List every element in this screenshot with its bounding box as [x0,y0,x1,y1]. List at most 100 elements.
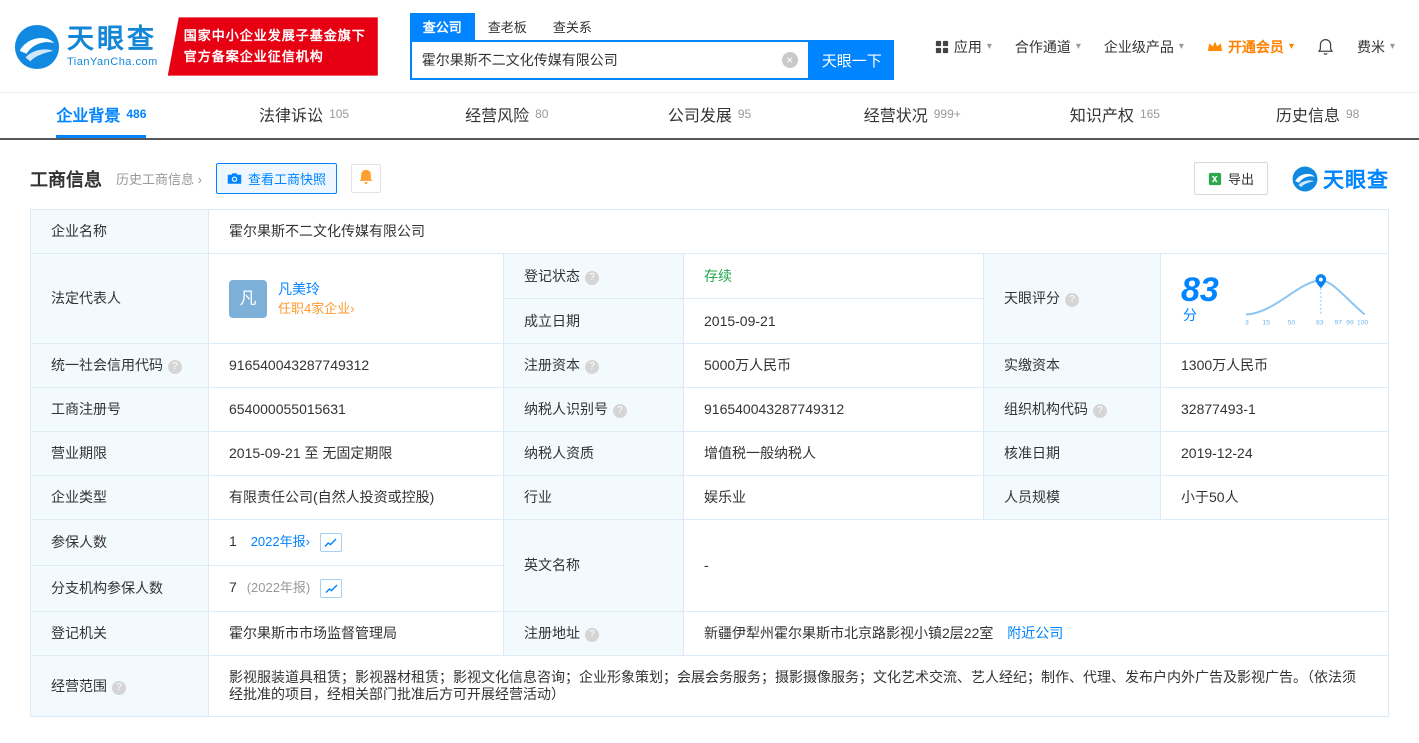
notification-bell[interactable] [1317,38,1334,56]
help-icon[interactable]: ? [585,628,599,642]
value-company-name: 霍尔果斯不二文化传媒有限公司 [208,209,1389,254]
value-org-code: 32877493-1 [1160,387,1389,432]
tab-label: 企业背景 [56,108,121,125]
label-reg-capital: 注册资本? [503,343,684,388]
row-company-name: 企业名称 霍尔果斯不二文化传媒有限公司 [30,209,1389,254]
label-branch-insured: 分支机构参保人数 [30,565,209,612]
nav-enterprise-products[interactable]: 企业级产品 ▾ [1104,37,1184,57]
score-number: 83 [1181,271,1219,309]
value-legal-rep: 凡 凡美玲 任职4家企业› [208,253,504,344]
help-icon[interactable]: ? [168,360,182,374]
top-nav: 应用 ▾ 合作通道 ▾ 企业级产品 ▾ 开通会员 ▾ 费米 ▾ [935,37,1395,57]
value-approval-date: 2019-12-24 [1160,431,1389,476]
nearby-companies-link[interactable]: 附近公司 [1007,625,1063,641]
row-insured-count: 参保人数 1 2022年报› 英文名称 - [30,519,1389,612]
badge-line1: 国家中小企业发展子基金旗下 [183,28,366,44]
label-reg-number: 工商注册号 [30,387,209,432]
tab-history-info[interactable]: 历史信息 98 [1216,93,1419,138]
tab-label: 经营状况 [863,108,928,125]
search-tab-boss[interactable]: 查老板 [475,13,540,40]
nav-cooperation[interactable]: 合作通道 ▾ [1015,37,1081,57]
legal-rep-name-link[interactable]: 凡美玲 [278,281,320,297]
label-english-name: 英文名称 [503,519,684,612]
branch-insured-trend-button[interactable] [320,579,343,598]
nav-vip-label: 开通会员 [1227,38,1284,55]
watermark-label: 天眼查 [1323,168,1389,192]
help-icon[interactable]: ? [613,404,627,418]
legal-rep-avatar[interactable]: 凡 [229,279,267,318]
value-staff-size: 小于50人 [1160,475,1389,520]
crown-icon [1207,41,1223,51]
label-reg-address: 注册地址? [503,611,684,656]
search-tab-relation[interactable]: 查关系 [540,13,605,40]
value-taxpayer-quality: 增值税一般纳税人 [683,431,984,476]
help-icon[interactable]: ? [585,270,599,285]
tianyancha-logo[interactable]: 天眼查 TianYanCha.com [14,24,158,70]
value-reg-authority: 霍尔果斯市市场监督管理局 [208,611,504,656]
tab-count: 999+ [933,107,961,121]
export-button[interactable]: 导出 [1193,162,1268,195]
tab-operating-risk[interactable]: 经营风险 80 [405,93,608,138]
section-title: 工商信息 [30,169,102,190]
user-name: 费米 [1356,38,1385,55]
nav-open-vip[interactable]: 开通会员 ▾ [1207,37,1294,57]
tab-count: 165 [1139,107,1160,121]
label-insured-count: 参保人数 [30,519,209,566]
value-establish-date: 2015-09-21 [683,298,984,344]
tab-intellectual-property[interactable]: 知识产权 165 [1014,93,1217,138]
company-section-tabs: 企业背景 486 法律诉讼 105 经营风险 80 公司发展 95 经营状况 999+ 知… [0,92,1419,140]
export-label: 导出 [1227,172,1254,187]
tab-company-background[interactable]: 企业背景 486 [0,93,203,138]
search-input-box: × [409,40,810,80]
tianyan-score[interactable]: 83分 3 15 50 83 97 99 100 [1181,271,1368,327]
monitor-bell-button[interactable] [351,164,381,193]
tab-company-development[interactable]: 公司发展 95 [608,93,811,138]
value-taxpayer-id: 916540043287749312 [683,387,984,432]
insured-number: 1 [229,533,237,550]
camera-icon [227,173,242,184]
insured-trend-button[interactable] [319,533,342,552]
view-snapshot-button[interactable]: 查看工商快照 [215,163,337,194]
row-company-type: 企业类型 有限责任公司(自然人投资或控股) 行业 娱乐业 人员规模 小于50人 [30,475,1389,520]
history-business-info-link[interactable]: 历史工商信息 › [116,169,202,188]
help-icon[interactable]: ? [1065,293,1079,307]
svg-text:3: 3 [1245,319,1249,326]
nav-enterprise-label: 企业级产品 [1103,38,1174,55]
excel-icon [1208,172,1222,185]
search-input[interactable] [421,52,782,68]
value-reg-status: 存续 [683,253,984,299]
search-tab-company[interactable]: 查公司 [409,13,475,40]
chevron-down-icon: ▾ [1075,41,1081,52]
trend-chart-icon [324,538,337,547]
bell-icon [1317,38,1334,55]
user-menu[interactable]: 费米 ▾ [1357,37,1395,57]
legal-rep-companies-link[interactable]: 任职4家企业› [278,301,355,316]
clear-search-icon[interactable]: × [781,52,798,68]
history-link-label: 历史工商信息 [116,172,195,187]
value-branch-insured: 7 (2022年报) [208,565,504,612]
svg-text:50: 50 [1288,319,1296,326]
tab-operating-status[interactable]: 经营状况 999+ [811,93,1014,138]
value-company-type: 有限责任公司(自然人投资或控股) [208,475,504,520]
tab-count: 98 [1346,107,1360,121]
tab-count: 486 [126,107,147,121]
search-row: × 天眼一下 [409,40,894,80]
nav-cooperation-label: 合作通道 [1014,38,1071,55]
svg-text:100: 100 [1357,319,1368,326]
tab-label: 法律诉讼 [259,108,324,125]
brand-name: 天眼查 [67,23,157,54]
tab-legal-proceedings[interactable]: 法律诉讼 105 [203,93,406,138]
label-company-type: 企业类型 [30,475,209,520]
help-icon[interactable]: ? [1093,404,1107,418]
label-reg-authority: 登记机关 [30,611,209,656]
help-icon[interactable]: ? [585,360,599,374]
score-distribution-chart: 3 15 50 83 97 99 100 [1245,273,1368,326]
search-button[interactable]: 天眼一下 [809,40,894,80]
nav-apps[interactable]: 应用 ▾ [935,37,992,57]
svg-text:83: 83 [1316,319,1324,326]
label-industry: 行业 [503,475,684,520]
annual-report-link[interactable]: 2022年报› [251,534,310,549]
score-unit: 分 [1183,307,1197,323]
help-icon[interactable]: ? [112,680,126,695]
tianyancha-logo-icon [14,24,60,69]
